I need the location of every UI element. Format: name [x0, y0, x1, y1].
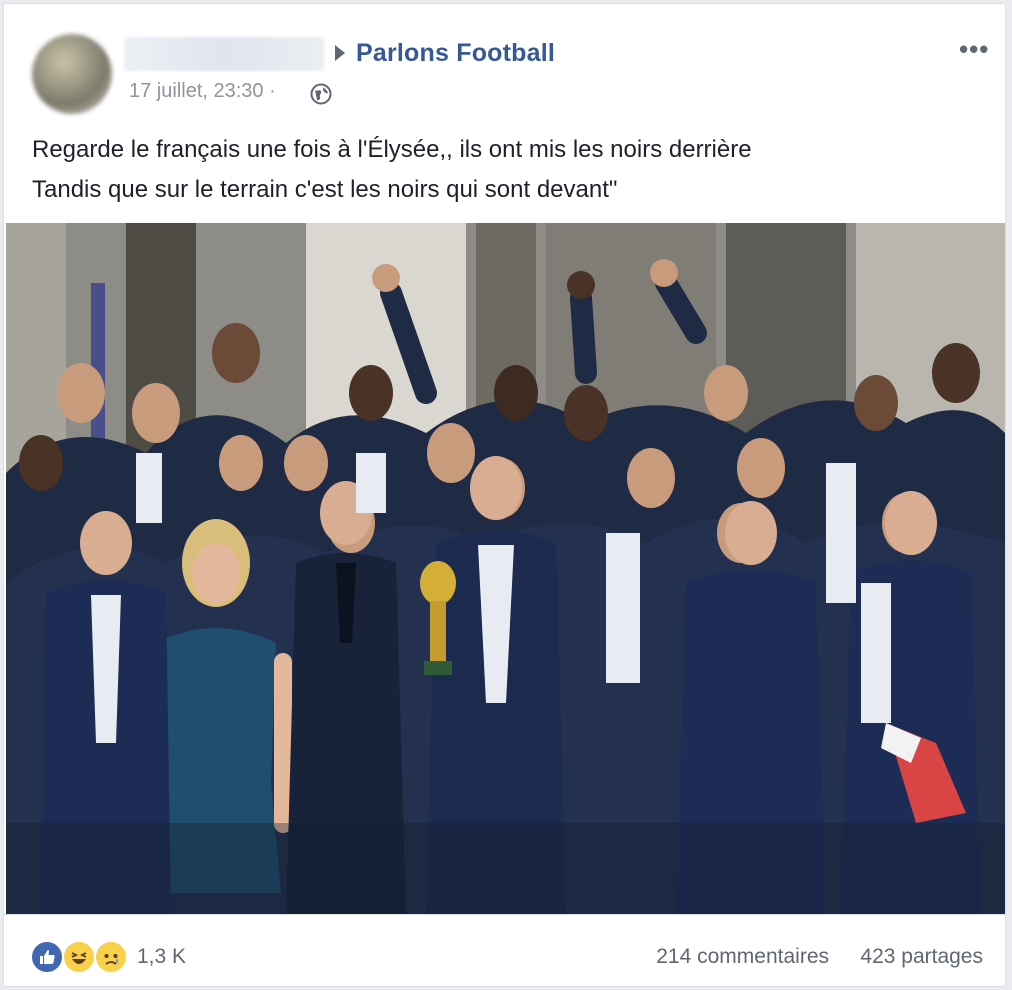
- reaction-count[interactable]: 1,3 K: [137, 945, 186, 969]
- facebook-post: Parlons Football 17 juillet, 23:30 · •••…: [3, 3, 1006, 987]
- globe-icon[interactable]: [310, 83, 332, 105]
- blurred-user-name: [124, 37, 324, 71]
- page-name-link[interactable]: Parlons Football: [356, 39, 555, 68]
- reaction-icons[interactable]: [30, 940, 130, 976]
- page-avatar[interactable]: [32, 34, 112, 114]
- post-timestamp[interactable]: 17 juillet, 23:30 ·: [129, 80, 276, 103]
- like-icon: [30, 940, 64, 974]
- post-text-line: Regarde le français une fois à l'Élysée,…: [32, 136, 752, 163]
- comments-count-link[interactable]: 214 commentaires: [656, 945, 829, 969]
- post-text: Regarde le français une fois à l'Élysée,…: [32, 130, 982, 210]
- shares-count-link[interactable]: 423 partages: [860, 945, 983, 969]
- footer-divider: [4, 914, 1005, 915]
- post-photo[interactable]: [6, 223, 1005, 915]
- post-text-line: Tandis que sur le terrain c'est les noir…: [32, 176, 618, 203]
- haha-icon: [62, 940, 96, 974]
- sad-icon: [94, 940, 128, 974]
- photo-illustration: [6, 223, 1005, 915]
- more-options-icon[interactable]: •••: [959, 34, 989, 65]
- triangle-right-icon: [335, 45, 345, 61]
